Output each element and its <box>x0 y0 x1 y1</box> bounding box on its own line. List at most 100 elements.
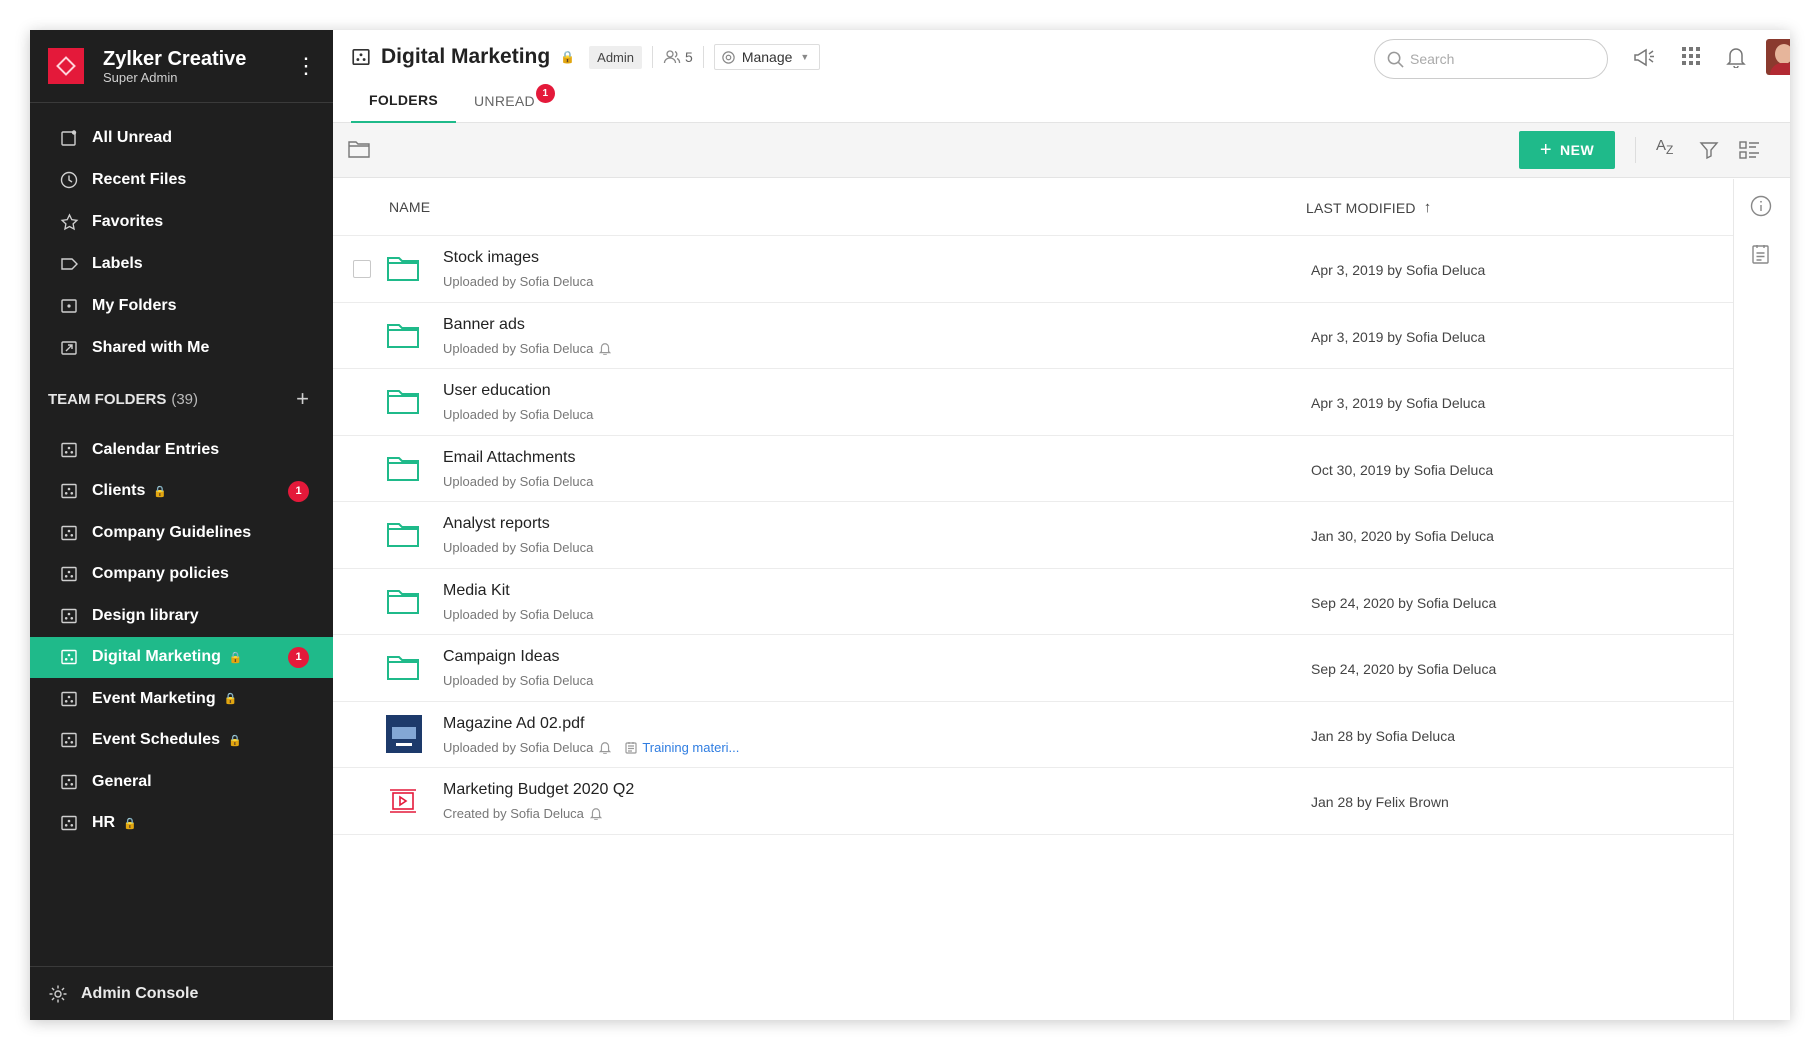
sidebar: Zylker Creative Super Admin ⋮ All Unread… <box>30 30 333 1020</box>
file-list: NAME LAST MODIFIED ↑ Stock images Upload… <box>333 179 1734 1020</box>
folder-icon <box>387 390 419 414</box>
team-folder-hr[interactable]: HR 🔒 <box>30 803 333 845</box>
folder-icon <box>387 456 419 481</box>
item-name[interactable]: Email Attachments <box>443 449 576 467</box>
members-button[interactable]: 5 <box>663 49 693 65</box>
item-name[interactable]: Media Kit <box>443 582 510 600</box>
content-area: NAME LAST MODIFIED ↑ Stock images Upload… <box>333 179 1790 1020</box>
lock-icon: 🔒 <box>223 693 238 706</box>
tab-unread[interactable]: UNREAD 1 <box>456 78 555 123</box>
column-name[interactable]: NAME <box>389 199 430 215</box>
team-folder-icon <box>351 47 371 67</box>
bell-icon[interactable] <box>1726 46 1746 68</box>
table-row[interactable]: Campaign Ideas Uploaded by Sofia Deluca … <box>333 635 1733 702</box>
item-name[interactable]: User education <box>443 382 551 400</box>
info-icon[interactable] <box>1750 195 1772 217</box>
team-folder-icon <box>58 565 80 583</box>
item-name[interactable]: Analyst reports <box>443 515 550 533</box>
folder-title-row: Digital Marketing 🔒 Admin 5 Manage ▼ <box>351 44 821 70</box>
search-input[interactable] <box>1410 51 1590 67</box>
new-button[interactable]: + NEW <box>1519 131 1615 169</box>
item-meta: Uploaded by Sofia Deluca <box>443 407 593 422</box>
table-row[interactable]: Stock images Uploaded by Sofia Deluca Ap… <box>333 236 1733 303</box>
nav-item-labels[interactable]: Labels <box>30 243 333 285</box>
item-name[interactable]: Magazine Ad 02.pdf <box>443 715 584 733</box>
team-folders-label: TEAM FOLDERS <box>48 390 167 408</box>
linked-folder-link[interactable]: Training materi... <box>642 740 739 755</box>
divider <box>702 46 704 68</box>
org-header: Zylker Creative Super Admin ⋮ <box>30 30 333 103</box>
view-options-icon[interactable] <box>1739 140 1760 160</box>
table-row[interactable]: Banner ads Uploaded by Sofia Deluca Apr … <box>333 303 1733 369</box>
star-icon <box>58 212 80 232</box>
item-name[interactable]: Campaign Ideas <box>443 648 560 666</box>
table-row[interactable]: Analyst reports Uploaded by Sofia Deluca… <box>333 502 1733 569</box>
team-folder-label: Company policies <box>92 565 229 583</box>
more-options-icon[interactable]: ⋮ <box>295 53 317 79</box>
search-box[interactable] <box>1374 39 1608 79</box>
team-folder-clients[interactable]: Clients 🔒 1 <box>30 471 333 513</box>
item-modified: Jan 28 by Felix Brown <box>1311 794 1449 810</box>
team-folder-digital-marketing[interactable]: Digital Marketing 🔒 1 <box>30 636 333 678</box>
table-row[interactable]: Media Kit Uploaded by Sofia Deluca Sep 2… <box>333 569 1733 635</box>
team-folder-label: General <box>92 772 152 790</box>
lock-icon: 🔒 <box>560 50 576 64</box>
table-row[interactable]: Marketing Budget 2020 Q2 Created by Sofi… <box>333 768 1733 835</box>
team-folder-design-library[interactable]: Design library <box>30 595 333 637</box>
folder-icon <box>387 523 419 547</box>
team-folder-company-guidelines[interactable]: Company Guidelines <box>30 512 333 554</box>
uploaded-by: Uploaded by Sofia Deluca <box>443 340 594 356</box>
item-modified: Apr 3, 2019 by Sofia Deluca <box>1311 395 1486 411</box>
team-folder-event-marketing[interactable]: Event Marketing 🔒 <box>30 678 333 720</box>
activity-log-icon[interactable] <box>1750 243 1772 265</box>
pdf-thumbnail <box>386 714 422 753</box>
tab-folders[interactable]: FOLDERS <box>351 78 456 123</box>
role-badge: Admin <box>589 45 643 69</box>
team-folder-event-schedules[interactable]: Event Schedules 🔒 <box>30 720 333 762</box>
clock-icon <box>58 171 80 189</box>
announcement-icon[interactable] <box>1632 46 1656 68</box>
admin-console-link[interactable]: Admin Console <box>30 966 333 1020</box>
avatar[interactable] <box>1766 39 1790 75</box>
gear-icon <box>721 50 736 65</box>
sort-az-icon[interactable]: AZ <box>1656 137 1673 157</box>
primary-nav: All Unread Recent Files Favorites Labels… <box>30 103 333 369</box>
sort-ascending-icon: ↑ <box>1423 199 1432 216</box>
add-team-folder-icon[interactable]: + <box>296 386 309 412</box>
unread-icon <box>58 129 80 147</box>
item-meta: Uploaded by Sofia Deluca <box>443 607 593 622</box>
tab-label: UNREAD <box>474 92 535 109</box>
table-row[interactable]: Email Attachments Uploaded by Sofia Delu… <box>333 436 1733 502</box>
nav-item-favorites[interactable]: Favorites <box>30 201 333 243</box>
manage-dropdown[interactable]: Manage ▼ <box>713 44 821 70</box>
search-icon <box>1387 51 1404 68</box>
nav-item-recent-files[interactable]: Recent Files <box>30 159 333 201</box>
uploaded-by: Uploaded by Sofia Deluca <box>443 739 594 755</box>
nav-item-shared-with-me[interactable]: Shared with Me <box>30 327 333 369</box>
team-folder-general[interactable]: General <box>30 761 333 803</box>
uploaded-by: Uploaded by Sofia Deluca <box>443 673 594 688</box>
folder-path-icon[interactable] <box>348 140 370 158</box>
nav-label: Favorites <box>92 213 164 230</box>
team-folder-icon <box>58 773 80 791</box>
team-folder-calendar-entries[interactable]: Calendar Entries <box>30 429 333 471</box>
unread-badge: 1 <box>288 646 309 668</box>
column-last-modified[interactable]: LAST MODIFIED ↑ <box>1306 199 1431 216</box>
lock-icon: 🔒 <box>123 817 137 830</box>
apps-grid-icon[interactable] <box>1681 46 1701 66</box>
item-name[interactable]: Stock images <box>443 249 539 267</box>
filter-icon[interactable] <box>1699 140 1719 160</box>
item-name[interactable]: Marketing Budget 2020 Q2 <box>443 781 634 799</box>
nav-item-my-folders[interactable]: My Folders <box>30 285 333 327</box>
item-modified: Jan 30, 2020 by Sofia Deluca <box>1311 528 1494 544</box>
bell-icon <box>589 807 602 820</box>
team-folder-label: Design library <box>92 606 199 624</box>
nav-item-all-unread[interactable]: All Unread <box>30 117 333 159</box>
item-name[interactable]: Banner ads <box>443 316 525 334</box>
table-row[interactable]: User education Uploaded by Sofia Deluca … <box>333 369 1733 436</box>
table-row[interactable]: Magazine Ad 02.pdf Uploaded by Sofia Del… <box>333 702 1733 768</box>
item-meta: Uploaded by Sofia Deluca Training materi… <box>443 740 739 755</box>
team-folder-company-policies[interactable]: Company policies <box>30 554 333 596</box>
folder-icon <box>387 589 419 614</box>
row-checkbox[interactable] <box>353 260 371 278</box>
